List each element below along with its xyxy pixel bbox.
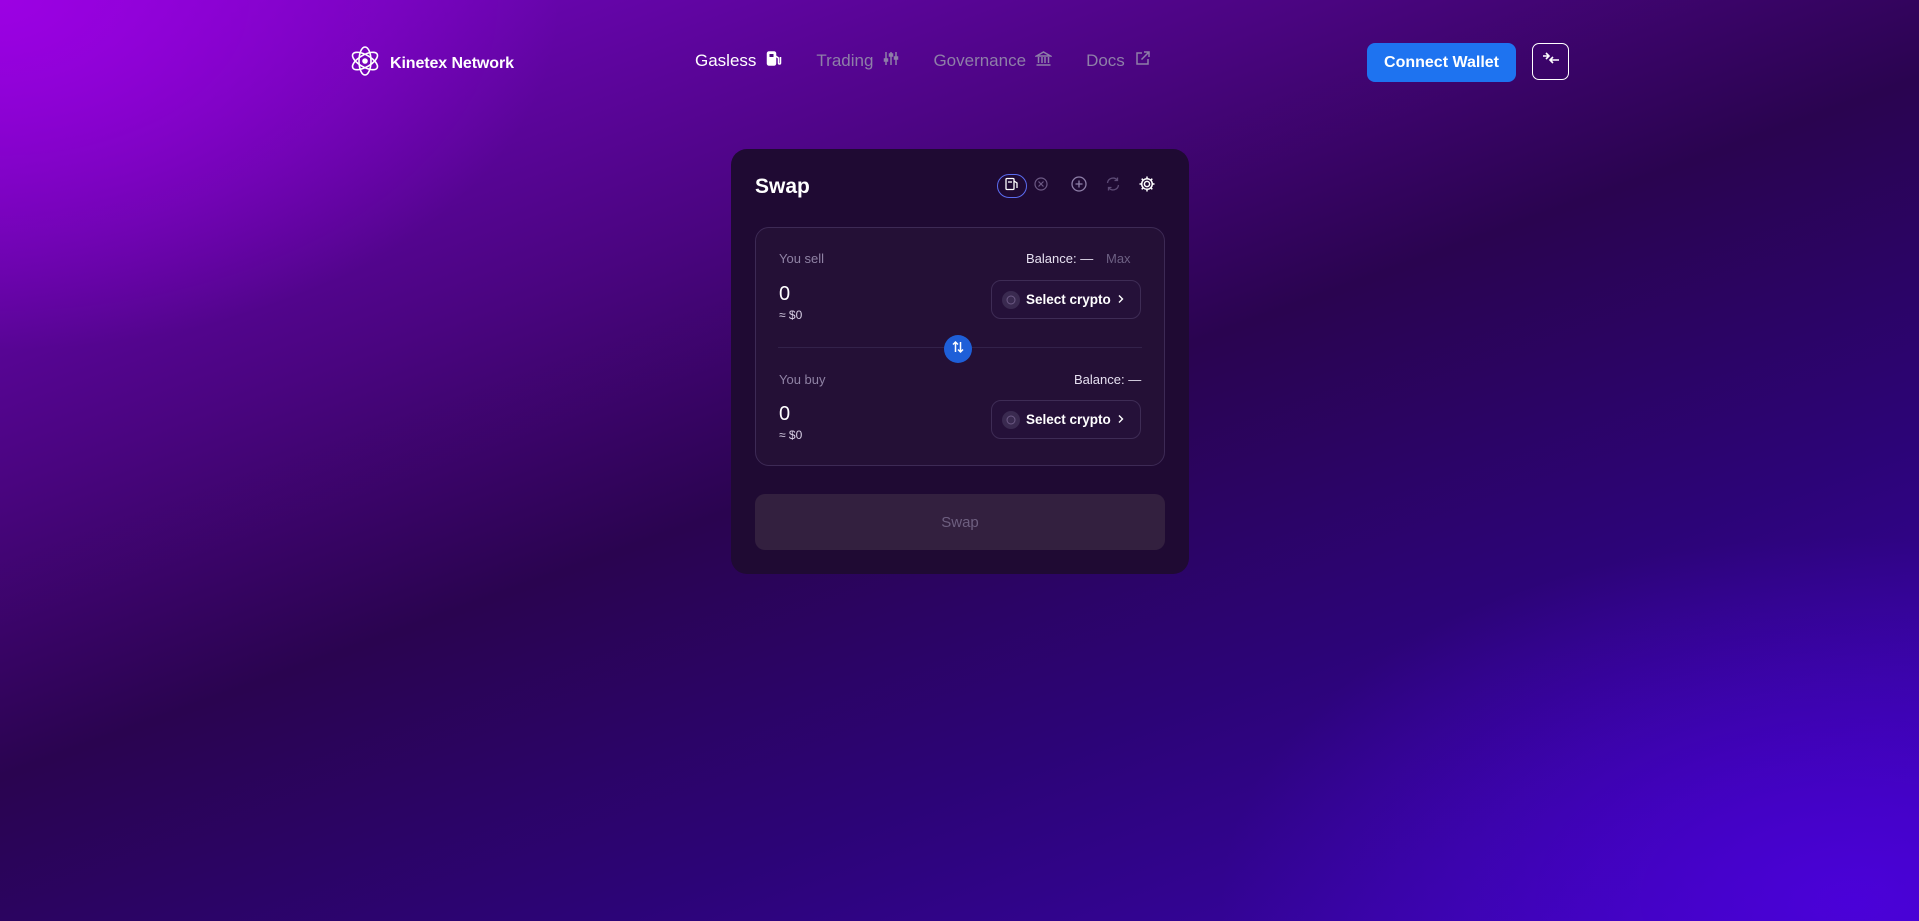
- sell-amount-input[interactable]: 0: [779, 283, 790, 306]
- main-nav: Gasless Trading Governance Docs: [695, 50, 1151, 72]
- settings-button[interactable]: [1135, 174, 1159, 198]
- buy-select-crypto-button[interactable]: Select crypto: [991, 400, 1141, 439]
- gas-mode-icon: [1004, 177, 1020, 196]
- chevron-right-icon: [1117, 292, 1125, 307]
- nav-item-governance[interactable]: Governance: [933, 50, 1054, 72]
- sell-select-crypto-button[interactable]: Select crypto: [991, 280, 1141, 319]
- close-circle-icon: [1034, 176, 1048, 196]
- token-placeholder-icon: [1002, 290, 1020, 309]
- max-button[interactable]: Max: [1106, 251, 1131, 266]
- external-link-icon: [1134, 50, 1151, 72]
- sell-balance: Balance: —: [1026, 251, 1094, 266]
- swap-form: You sell Balance: — Max 0 ≈ $0 Select cr…: [755, 227, 1165, 466]
- swap-arrows-icon: [951, 340, 965, 359]
- refresh-icon: [1105, 176, 1121, 197]
- nav-item-docs[interactable]: Docs: [1086, 50, 1151, 72]
- switch-direction-button[interactable]: [944, 335, 972, 363]
- top-header: Kinetex Network Gasless Trading Governan…: [0, 0, 1919, 124]
- nav-label: Trading: [816, 51, 874, 70]
- select-crypto-label: Select crypto: [1026, 412, 1111, 427]
- add-button[interactable]: [1067, 174, 1091, 198]
- sliders-icon: [882, 50, 899, 72]
- plus-circle-icon: [1071, 175, 1087, 197]
- fuel-pump-icon: [765, 50, 782, 72]
- token-placeholder-icon: [1002, 410, 1020, 429]
- kinetex-logo-icon: [348, 44, 382, 83]
- collapse-button[interactable]: [1532, 43, 1569, 80]
- sell-label: You sell: [779, 251, 825, 266]
- bank-icon: [1033, 50, 1054, 72]
- nav-label: Gasless: [695, 51, 757, 70]
- chevron-right-icon: [1117, 412, 1125, 427]
- arrow-collapse-icon: [1541, 49, 1561, 74]
- buy-balance: Balance: —: [1074, 372, 1142, 387]
- buy-label: You buy: [779, 372, 826, 387]
- swap-toolbar: [997, 174, 1159, 198]
- gasless-toggle[interactable]: [997, 174, 1027, 198]
- brand-logo[interactable]: Kinetex Network: [348, 44, 514, 83]
- refresh-button[interactable]: [1101, 174, 1125, 198]
- buy-amount-input[interactable]: 0: [779, 403, 790, 426]
- nav-item-trading[interactable]: Trading: [816, 50, 899, 72]
- swap-card: Swap You sell Balance: — Max 0 ≈ $0 Sele…: [731, 149, 1189, 574]
- buy-usd-value: ≈ $0: [779, 428, 803, 442]
- sell-usd-value: ≈ $0: [779, 308, 803, 322]
- swap-submit-button[interactable]: Swap: [755, 494, 1165, 550]
- gas-off-button[interactable]: [1029, 174, 1053, 198]
- select-crypto-label: Select crypto: [1026, 292, 1111, 307]
- nav-label: Docs: [1086, 51, 1125, 70]
- gear-icon: [1138, 175, 1156, 198]
- connect-wallet-button[interactable]: Connect Wallet: [1367, 43, 1516, 82]
- nav-item-gasless[interactable]: Gasless: [695, 50, 782, 72]
- swap-title: Swap: [755, 175, 810, 198]
- brand-name: Kinetex Network: [390, 54, 514, 72]
- nav-label: Governance: [933, 51, 1027, 70]
